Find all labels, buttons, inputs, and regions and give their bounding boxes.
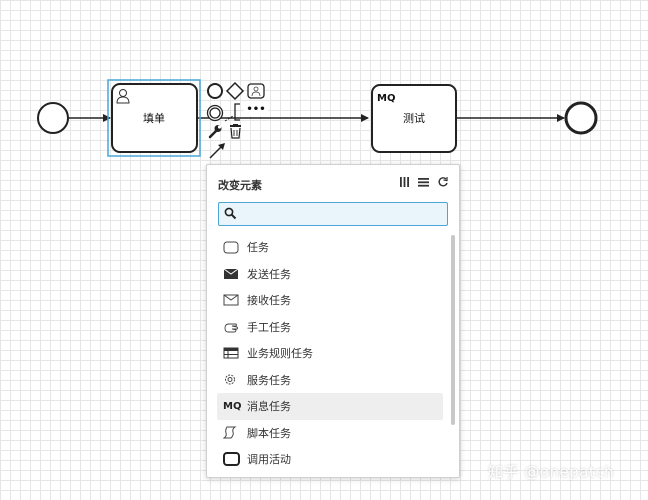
list-item-manual-task[interactable]: 手工任务	[217, 314, 443, 341]
user-task-label: 填单	[143, 111, 165, 125]
circle-icon[interactable]	[207, 83, 223, 99]
start-event[interactable]	[37, 102, 69, 134]
watermark: 知乎 @onepatch	[488, 463, 615, 481]
list-item-label: 服务任务	[247, 373, 291, 387]
loop-icon[interactable]	[436, 175, 449, 189]
list-item-business-rule-task[interactable]: 业务规则任务	[217, 340, 443, 367]
envelope-outline-icon	[223, 293, 241, 307]
mq-icon: MQ	[223, 400, 242, 412]
list-item-message-task[interactable]: MQ 消息任务	[217, 393, 443, 420]
element-type-list: 任务 发送任务 接收任务 手工任务 业务规则任务 服务任务 MQ 消息任务 脚本…	[217, 234, 443, 473]
list-item-call-activity[interactable]: 调用活动	[217, 446, 443, 473]
mq-task-label: 测试	[403, 112, 425, 125]
parallel-multi-instance-icon[interactable]	[398, 175, 411, 189]
popup-title: 改变元素	[218, 179, 262, 192]
intermediate-event-icon[interactable]	[206, 104, 224, 122]
list-item-label: 接收任务	[247, 294, 291, 308]
list-item-label: 发送任务	[247, 267, 291, 281]
call-activity-icon	[223, 452, 241, 467]
trash-icon[interactable]	[230, 124, 241, 139]
list-item-label: 任务	[247, 241, 269, 255]
more-icon[interactable]: •••	[246, 104, 265, 115]
list-item-task[interactable]: 任务	[217, 234, 443, 261]
gear-icon	[223, 373, 241, 387]
list-item-service-task[interactable]: 服务任务	[217, 367, 443, 394]
envelope-filled-icon	[223, 267, 241, 281]
list-item-send-task[interactable]: 发送任务	[217, 261, 443, 288]
replace-element-popup: 改变元素 任务 发送任务 接收任务 手工任务 业务规则任务 服务任务 MQ 消息…	[206, 164, 460, 478]
list-item-label: 脚本任务	[247, 426, 291, 440]
list-item-label: 调用活动	[247, 453, 291, 467]
search-input[interactable]	[241, 206, 441, 221]
end-event[interactable]	[564, 101, 598, 135]
connect-arrow-icon[interactable]	[209, 143, 225, 159]
hand-icon	[223, 320, 241, 334]
popup-actions	[398, 175, 449, 189]
mq-badge: MQ	[377, 93, 395, 104]
script-icon	[223, 426, 241, 440]
list-item-label: 业务规则任务	[247, 347, 313, 361]
task-icon[interactable]	[247, 83, 265, 99]
search-icon	[224, 207, 237, 220]
wrench-icon[interactable]	[208, 125, 222, 139]
table-icon	[223, 346, 241, 360]
list-item-label: 手工任务	[247, 320, 291, 334]
popup-scrollbar[interactable]	[451, 235, 455, 425]
sequential-multi-instance-icon[interactable]	[417, 175, 430, 189]
diamond-icon[interactable]	[225, 81, 245, 101]
task-icon	[223, 240, 241, 254]
list-item-label: 消息任务	[247, 400, 291, 414]
list-item-script-task[interactable]: 脚本任务	[217, 420, 443, 447]
list-item-receive-task[interactable]: 接收任务	[217, 287, 443, 314]
search-box[interactable]	[218, 202, 448, 226]
